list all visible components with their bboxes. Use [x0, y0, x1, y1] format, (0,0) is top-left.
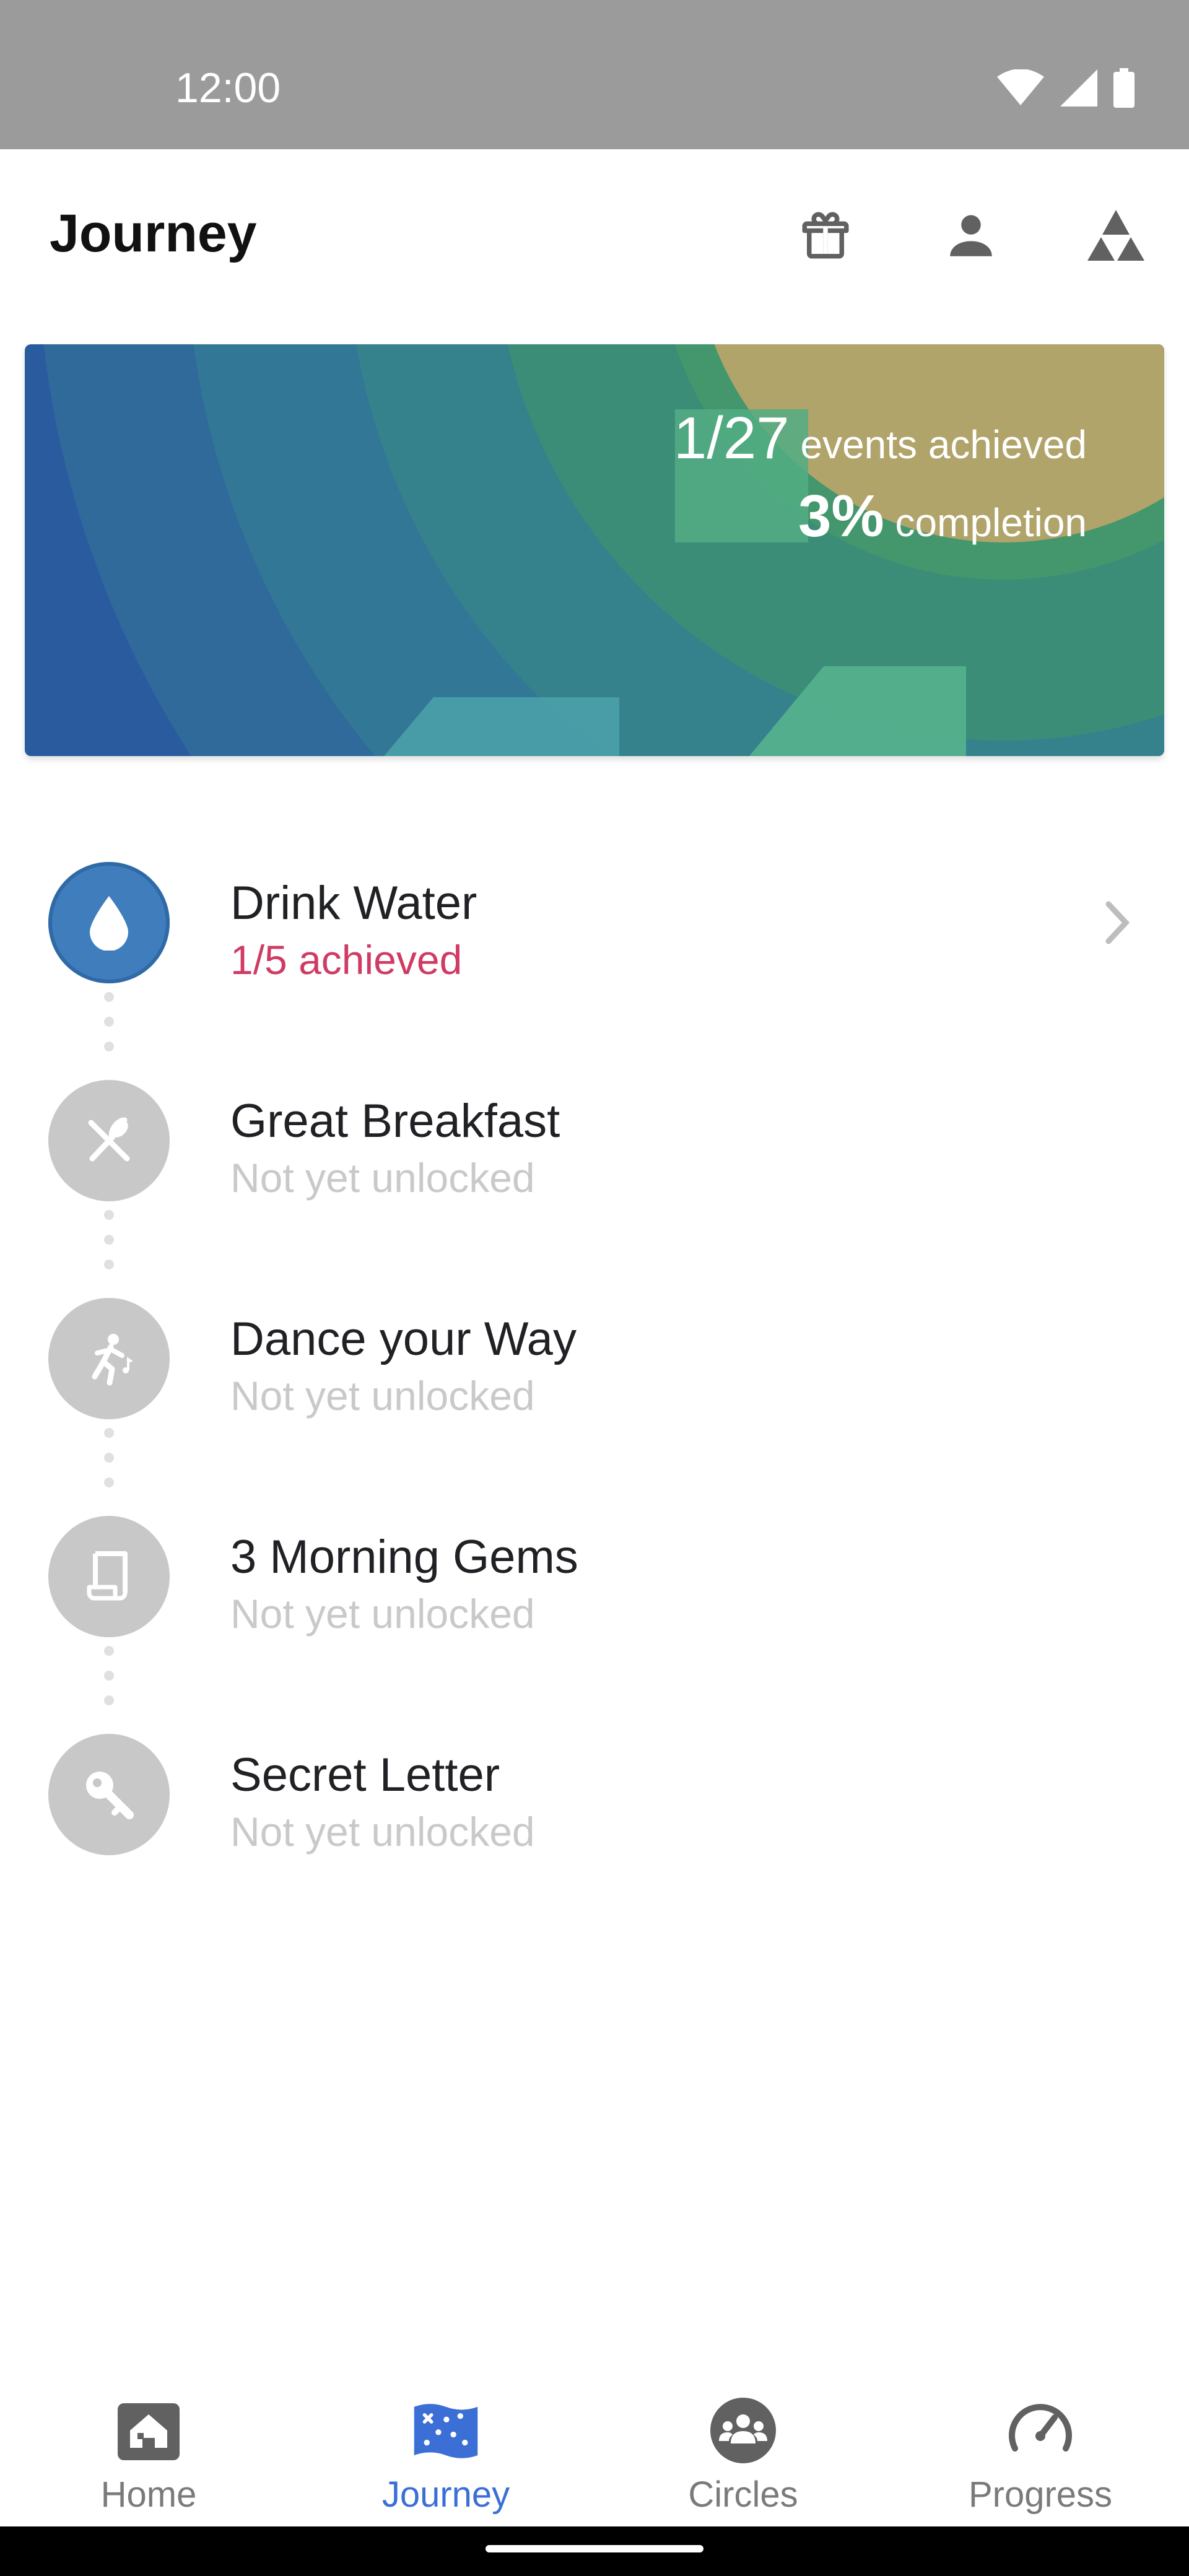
- completion-value: 3%: [798, 483, 884, 549]
- journey-item[interactable]: Drink Water 1/5 achieved: [0, 830, 1189, 1048]
- system-navigation-bar: [0, 2526, 1189, 2576]
- journey-item-status: Not yet unlocked: [230, 1155, 535, 1201]
- gift-icon: [802, 212, 849, 259]
- completion-label: completion: [895, 500, 1087, 545]
- events-count: 1/27: [673, 405, 790, 471]
- nav-home-label: Home: [100, 2474, 197, 2515]
- status-icons: [997, 68, 1135, 108]
- journey-item[interactable]: Dance your Way Not yet unlocked: [0, 1266, 1189, 1484]
- nav-circles-label: Circles: [688, 2474, 798, 2515]
- journey-item-title: Dance your Way: [230, 1313, 577, 1365]
- journey-item[interactable]: Secret Letter Not yet unlocked: [0, 1702, 1189, 1920]
- journey-progress-banner: 1/27 events achieved 3% completion: [25, 344, 1164, 756]
- events-label: events achieved: [800, 422, 1087, 467]
- gift-button[interactable]: [791, 201, 860, 269]
- page-title: Journey: [50, 204, 257, 263]
- gauge-icon: [1009, 2404, 1072, 2452]
- dance-icon: [92, 1334, 133, 1386]
- journey-item-title: Secret Letter: [230, 1749, 500, 1801]
- nav-progress[interactable]: Progress: [947, 2396, 1133, 2517]
- triangles-icon: [1087, 210, 1144, 261]
- journey-item-status: Not yet unlocked: [230, 1373, 535, 1419]
- journey-item-title: Drink Water: [230, 877, 477, 929]
- journey-item-badge: [48, 1516, 170, 1637]
- chevron-right-icon: [1105, 901, 1130, 944]
- key-icon: [86, 1772, 134, 1819]
- journey-item-status: 1/5 achieved: [230, 937, 463, 983]
- journey-item-badge: [48, 1734, 170, 1855]
- water-drop-icon: [90, 896, 128, 951]
- nav-home[interactable]: Home: [56, 2396, 242, 2517]
- signal-icon: [1060, 69, 1097, 107]
- home-icon: [118, 2403, 180, 2460]
- circles-icon: [710, 2398, 776, 2463]
- home-gesture-handle[interactable]: [486, 2545, 703, 2552]
- journey-item-badge: [48, 1298, 170, 1419]
- nav-journey[interactable]: Journey: [353, 2396, 539, 2517]
- bottom-navigation: Home Journey Circles Progress: [0, 2372, 1189, 2526]
- account-button[interactable]: [937, 201, 1005, 269]
- journey-item-badge: [48, 1080, 170, 1201]
- battery-icon: [1113, 68, 1135, 108]
- journey-item-status: Not yet unlocked: [230, 1809, 535, 1855]
- nav-progress-label: Progress: [968, 2474, 1113, 2515]
- triangles-button[interactable]: [1082, 201, 1150, 269]
- nav-journey-label: Journey: [381, 2474, 510, 2515]
- journey-item[interactable]: 3 Morning Gems Not yet unlocked: [0, 1484, 1189, 1702]
- wifi-icon: [997, 69, 1044, 105]
- scroll-icon: [87, 1551, 128, 1601]
- nav-circles[interactable]: Circles: [650, 2396, 836, 2517]
- journey-map-icon: [414, 2404, 478, 2458]
- journey-item-title: Great Breakfast: [230, 1095, 560, 1147]
- status-bar: 12:00: [0, 0, 1189, 149]
- journey-item-status: Not yet unlocked: [230, 1591, 535, 1637]
- status-time: 12:00: [175, 64, 281, 111]
- banner-stats: 1/27 events achieved 3% completion: [674, 404, 1087, 560]
- journey-item-title: 3 Morning Gems: [230, 1531, 578, 1583]
- journey-item[interactable]: Great Breakfast Not yet unlocked: [0, 1048, 1189, 1266]
- utensils-icon: [88, 1117, 130, 1162]
- app-bar: Journey: [0, 149, 1189, 323]
- journey-item-badge: [48, 862, 170, 983]
- account-icon: [950, 215, 992, 256]
